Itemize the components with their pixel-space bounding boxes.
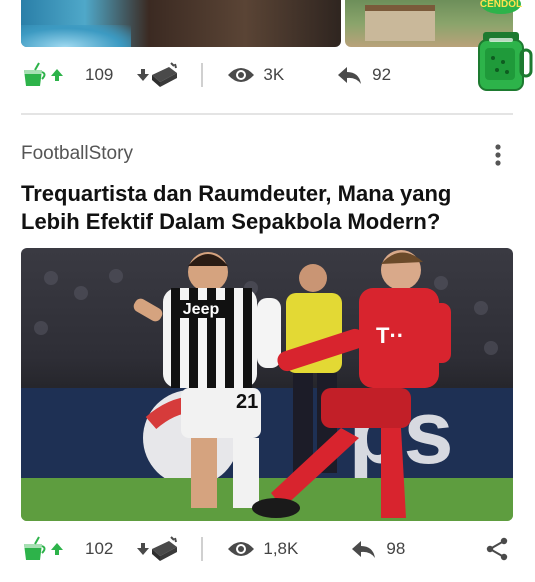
share-count: 98 — [386, 539, 406, 558]
share-icon[interactable] — [485, 537, 509, 561]
upvote-button[interactable]: 102 — [21, 536, 113, 562]
share-arrow-icon[interactable] — [350, 539, 376, 559]
share-arrow-icon[interactable] — [336, 65, 362, 85]
brick-icon — [152, 536, 178, 561]
upvote-count: 102 — [85, 539, 114, 558]
downvote-button[interactable] — [135, 535, 179, 563]
more-options-icon[interactable] — [490, 143, 506, 167]
previous-post-action-bar: 109 3K 92 — [21, 57, 513, 93]
post-separator — [21, 113, 513, 115]
post-source[interactable]: FootballStory — [21, 143, 133, 165]
cendol-cup-icon — [24, 536, 46, 560]
previous-post-image-left[interactable] — [21, 0, 341, 47]
cendol-cup-icon — [24, 62, 46, 86]
previous-post-images[interactable] — [21, 0, 513, 47]
post-action-bar: 102 1,8K 98 — [21, 531, 513, 567]
jersey-sponsor-text: Jeep — [183, 301, 220, 318]
share-count: 92 — [372, 65, 392, 84]
arrow-up-icon — [51, 543, 63, 555]
mascot-label: CENDOL — [480, 0, 522, 10]
brick-icon — [152, 62, 178, 87]
upvote-button[interactable]: 109 — [21, 62, 113, 88]
view-count: 3K — [263, 65, 285, 84]
upvote-count: 109 — [85, 65, 114, 84]
view-count: 1,8K — [263, 539, 299, 558]
eye-icon — [228, 68, 255, 82]
eye-icon — [228, 542, 255, 556]
post-image[interactable]: ps Jeep 21 T·· — [21, 248, 513, 521]
jersey-sponsor-text-2: T·· — [376, 323, 404, 348]
arrow-up-icon — [51, 69, 63, 81]
divider — [201, 63, 204, 87]
downvote-button[interactable] — [135, 61, 179, 89]
jersey-number-text: 21 — [236, 391, 258, 413]
post-title[interactable]: Trequartista dan Raumdeuter, Mana yang L… — [21, 180, 491, 236]
divider — [201, 537, 204, 561]
